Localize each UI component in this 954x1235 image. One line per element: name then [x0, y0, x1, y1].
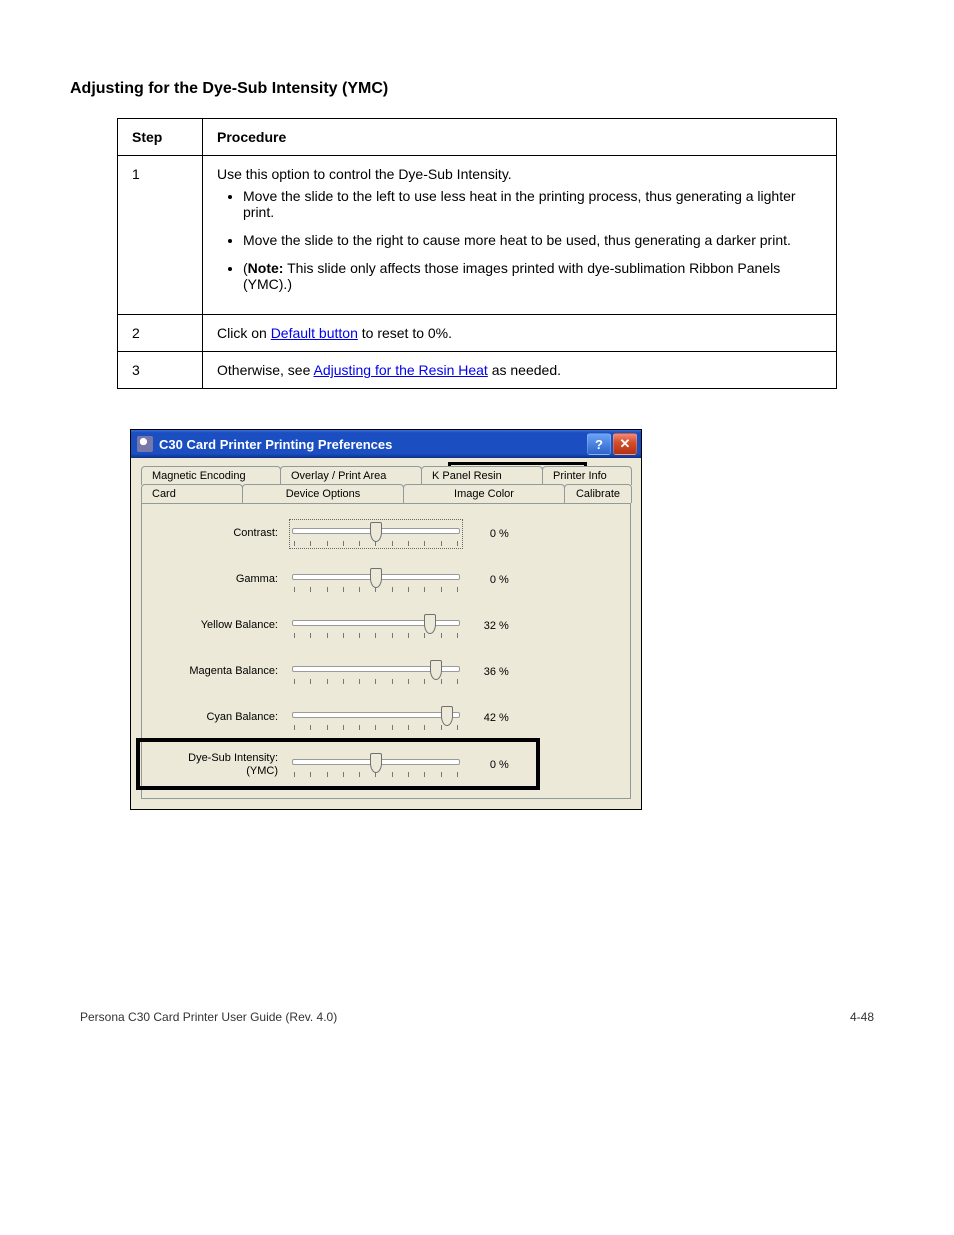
slider-row: Magenta Balance: 36% — [154, 660, 618, 684]
tab-printer-info[interactable]: Printer Info — [542, 466, 632, 485]
titlebar: C30 Card Printer Printing Preferences ? … — [131, 430, 641, 458]
slider-label: Yellow Balance: — [154, 619, 284, 632]
slider-thumb[interactable] — [424, 614, 436, 634]
step-number: 2 — [118, 315, 203, 352]
close-button[interactable]: ✕ — [613, 433, 637, 455]
slider-label: Dye-Sub Intensity:(YMC) — [154, 752, 284, 778]
slider-row: Gamma: 0% — [154, 568, 618, 592]
slider-value: 36 — [468, 666, 496, 678]
tab-calibrate[interactable]: Calibrate — [564, 484, 632, 503]
slider[interactable] — [292, 660, 460, 684]
tab-strip: Magnetic Encoding Overlay / Print Area K… — [131, 458, 641, 503]
percent-label: % — [496, 574, 513, 586]
slider-value: 0 — [468, 574, 496, 586]
slider-value: 0 — [468, 528, 496, 540]
slider-value: 42 — [468, 712, 496, 724]
col-step: Step — [118, 119, 203, 156]
procedure-table: Step Procedure 1 Use this option to cont… — [117, 118, 837, 389]
slider-value: 0 — [468, 759, 496, 771]
step-number: 3 — [118, 352, 203, 389]
bullet: Move the slide to the right to cause mor… — [243, 232, 822, 248]
slider-value: 32 — [468, 620, 496, 632]
bullet-note: (Note: This slide only affects those ima… — [243, 260, 822, 292]
page-footer: Persona C30 Card Printer User Guide (Rev… — [70, 1010, 884, 1024]
slider-thumb[interactable] — [430, 660, 442, 680]
step-number: 1 — [118, 156, 203, 315]
col-procedure: Procedure — [203, 119, 837, 156]
default-button-link[interactable]: Default button — [271, 325, 358, 341]
slider[interactable] — [292, 568, 460, 592]
slider-label: Contrast: — [154, 527, 284, 540]
step1-intro: Use this option to control the Dye-Sub I… — [217, 166, 822, 182]
preferences-window: C30 Card Printer Printing Preferences ? … — [130, 429, 642, 810]
slider[interactable] — [292, 706, 460, 730]
tab-magnetic-encoding[interactable]: Magnetic Encoding — [141, 466, 281, 485]
percent-label: % — [496, 712, 513, 724]
footer-right: 4-48 — [850, 1010, 874, 1024]
slider-label: Gamma: — [154, 573, 284, 586]
step-procedure: Otherwise, see Adjusting for the Resin H… — [203, 352, 837, 389]
resin-heat-link[interactable]: Adjusting for the Resin Heat — [314, 362, 488, 378]
percent-label: % — [496, 528, 513, 540]
section-title: Adjusting for the Dye-Sub Intensity (YMC… — [70, 80, 884, 98]
tab-k-panel-resin[interactable]: K Panel Resin — [421, 466, 543, 485]
tab-card[interactable]: Card — [141, 484, 243, 503]
slider-thumb[interactable] — [370, 753, 382, 773]
tab-image-color[interactable]: Image Color — [403, 484, 565, 503]
slider-row: Cyan Balance: 42% — [154, 706, 618, 730]
slider-row: Yellow Balance: 32% — [154, 614, 618, 638]
slider-thumb[interactable] — [370, 522, 382, 542]
slider-label: Magenta Balance: — [154, 665, 284, 678]
percent-label: % — [496, 759, 513, 771]
percent-label: % — [496, 620, 513, 632]
step-procedure: Click on Default button to reset to 0%. — [203, 315, 837, 352]
step-procedure: Use this option to control the Dye-Sub I… — [203, 156, 837, 315]
slider-thumb[interactable] — [370, 568, 382, 588]
percent-label: % — [496, 666, 513, 678]
slider-label: Cyan Balance: — [154, 711, 284, 724]
image-color-panel: Contrast:0%Gamma:0%Yellow Balance:32%Mag… — [141, 503, 631, 799]
tab-overlay-print-area[interactable]: Overlay / Print Area — [280, 466, 422, 485]
slider[interactable] — [292, 753, 460, 777]
footer-left: Persona C30 Card Printer User Guide (Rev… — [80, 1010, 337, 1024]
slider-row: Dye-Sub Intensity:(YMC) 0% — [154, 752, 618, 778]
tab-device-options[interactable]: Device Options — [242, 484, 404, 503]
app-icon — [137, 436, 153, 452]
help-button[interactable]: ? — [587, 433, 611, 455]
slider-thumb[interactable] — [441, 706, 453, 726]
window-title: C30 Card Printer Printing Preferences — [159, 437, 585, 452]
slider[interactable] — [292, 522, 460, 546]
slider[interactable] — [292, 614, 460, 638]
slider-row: Contrast: 0% — [154, 522, 618, 546]
bullet: Move the slide to the left to use less h… — [243, 188, 822, 220]
